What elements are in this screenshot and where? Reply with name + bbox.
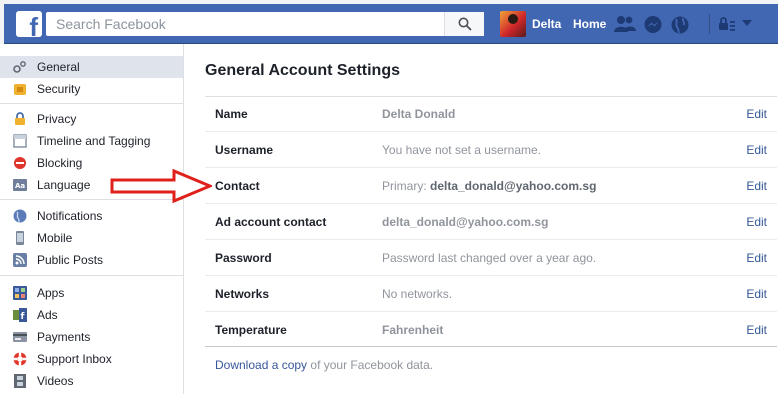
sidebar-item-label: Payments: [37, 330, 91, 344]
settings-row-name[interactable]: Name Delta Donald Edit: [205, 97, 777, 132]
edit-password-link[interactable]: Edit: [746, 251, 767, 265]
friend-requests-icon[interactable]: [614, 15, 636, 33]
edit-networks-link[interactable]: Edit: [746, 287, 767, 301]
row-value: Delta Donald: [382, 107, 456, 121]
sidebar-item-privacy[interactable]: Privacy: [0, 108, 183, 130]
account-menu-chevron-down-icon[interactable]: [742, 20, 752, 27]
shield-icon: [14, 84, 26, 95]
notifications-globe-icon[interactable]: [670, 15, 690, 35]
ads-icon: f: [13, 308, 27, 322]
svg-text:Aa: Aa: [15, 182, 25, 190]
row-value: Password last changed over a year ago.: [382, 251, 597, 265]
row-value: Fahrenheit: [382, 323, 444, 337]
download-copy-link[interactable]: Download a copy: [215, 358, 307, 372]
edit-ad-account-contact-link[interactable]: Edit: [746, 215, 767, 229]
sidebar-item-timeline-and-tagging[interactable]: Timeline and Tagging: [0, 130, 183, 152]
edit-temperature-link[interactable]: Edit: [746, 323, 767, 337]
sidebar-divider: [0, 103, 183, 104]
profile-name-link[interactable]: Delta: [532, 17, 561, 31]
bottom-divider: [205, 346, 777, 347]
sidebar-item-general[interactable]: General: [0, 56, 183, 78]
row-value: delta_donald@yahoo.com.sg: [382, 215, 549, 229]
settings-row-temperature[interactable]: Temperature Fahrenheit Edit: [205, 313, 777, 348]
row-value: You have not set a username.: [382, 143, 541, 157]
red-arrow-annotation-icon: [110, 169, 212, 203]
settings-row-contact[interactable]: Contact Primary: delta_donald@yahoo.com.…: [205, 169, 777, 204]
sidebar-item-label: Blocking: [37, 156, 83, 170]
settings-row-networks[interactable]: Networks No networks. Edit: [205, 277, 777, 312]
language-icon: Aa: [13, 179, 27, 191]
sidebar-item-label: Timeline and Tagging: [37, 134, 151, 148]
sidebar-item-apps[interactable]: Apps: [0, 282, 183, 304]
page-title: General Account Settings: [205, 62, 400, 79]
row-label: Name: [215, 107, 248, 121]
sidebar-item-label: Apps: [37, 286, 65, 300]
row-value: Primary: delta_donald@yahoo.com.sg: [382, 179, 596, 193]
settings-row-ad-account-contact[interactable]: Ad account contact delta_donald@yahoo.co…: [205, 205, 777, 240]
sidebar-item-notifications[interactable]: Notifications: [0, 205, 183, 227]
lock-icon: [15, 112, 25, 125]
edit-contact-link[interactable]: Edit: [746, 179, 767, 193]
avatar[interactable]: [500, 11, 526, 37]
sidebar-item-public-posts[interactable]: Public Posts: [0, 249, 183, 271]
messenger-icon[interactable]: [643, 15, 663, 35]
home-link[interactable]: Home: [573, 17, 606, 31]
search-box[interactable]: [46, 12, 484, 36]
blue-nav-bar: f Delta Home: [4, 4, 778, 44]
sidebar-item-label: Public Posts: [37, 253, 104, 267]
privacy-shortcuts-icon[interactable]: [718, 15, 736, 33]
film-icon: [14, 374, 26, 388]
sidebar-item-payments[interactable]: Payments: [0, 326, 183, 348]
sidebar-item-label: Ads: [37, 308, 58, 322]
search-input[interactable]: [46, 12, 484, 36]
row-label: Ad account contact: [215, 215, 327, 229]
nav-divider: [709, 14, 710, 34]
sidebar-item-support-inbox[interactable]: Support Inbox: [0, 348, 183, 370]
sidebar-item-label: Security: [37, 82, 81, 96]
sidebar-item-mobile[interactable]: Mobile: [0, 227, 183, 249]
contact-email: delta_donald@yahoo.com.sg: [430, 179, 597, 193]
sidebar-item-label: Mobile: [37, 231, 73, 245]
block-icon: [14, 157, 26, 169]
edit-name-link[interactable]: Edit: [746, 107, 767, 121]
top-bar: f Delta Home: [0, 0, 778, 44]
card-icon: [13, 332, 27, 342]
mobile-icon: [16, 231, 24, 245]
sidebar-item-label: Support Inbox: [37, 352, 112, 366]
gears-icon: [13, 61, 26, 73]
sidebar-divider: [0, 275, 183, 276]
sidebar-item-label: Privacy: [37, 112, 77, 126]
contact-prefix: Primary:: [382, 179, 430, 193]
row-label: Password: [215, 251, 272, 265]
search-icon: [458, 17, 472, 31]
svg-text:f: f: [21, 312, 25, 322]
sidebar-item-label: Videos: [37, 374, 74, 388]
globe-icon: [13, 209, 27, 223]
settings-row-username[interactable]: Username You have not set a username. Ed…: [205, 133, 777, 168]
timeline-icon: [13, 134, 27, 148]
download-data-text: Download a copy of your Facebook data.: [215, 358, 433, 372]
row-label: Temperature: [215, 323, 287, 337]
sidebar-item-ads[interactable]: f Ads: [0, 304, 183, 326]
row-value: No networks.: [382, 287, 453, 301]
rss-icon: [13, 253, 27, 267]
edit-username-link[interactable]: Edit: [746, 143, 767, 157]
sidebar-item-videos[interactable]: Videos: [0, 370, 183, 392]
sidebar-item-label: Notifications: [37, 209, 103, 223]
sidebar-item-label: Language: [37, 178, 91, 192]
download-suffix: of your Facebook data.: [307, 358, 434, 372]
settings-row-password[interactable]: Password Password last changed over a ye…: [205, 241, 777, 276]
row-label: Contact: [215, 179, 260, 193]
sidebar-border: [183, 44, 184, 394]
lifebuoy-icon: [13, 352, 27, 366]
row-label: Username: [215, 143, 274, 157]
settings-sidebar: General Security Privacy Timeline and Ta…: [0, 54, 183, 394]
search-button[interactable]: [444, 12, 484, 36]
sidebar-item-label: General: [37, 60, 80, 74]
facebook-logo-icon[interactable]: f: [16, 11, 42, 40]
row-label: Networks: [215, 287, 270, 301]
apps-icon: [13, 286, 27, 300]
sidebar-item-security[interactable]: Security: [0, 78, 183, 100]
